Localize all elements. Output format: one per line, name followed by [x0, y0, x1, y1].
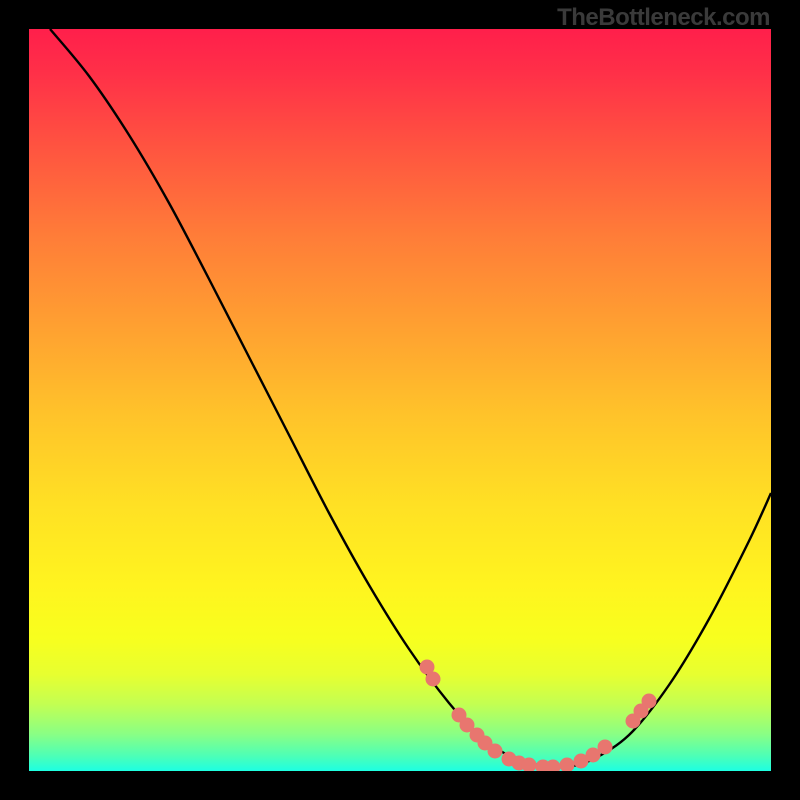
bottleneck-curve	[50, 29, 771, 767]
plot-area	[29, 29, 771, 771]
data-point	[642, 694, 657, 709]
attribution-text: TheBottleneck.com	[557, 4, 770, 32]
chart-container: TheBottleneck.com	[0, 0, 800, 800]
curve-svg	[29, 29, 771, 771]
data-point	[598, 740, 613, 755]
data-point	[560, 758, 575, 772]
marker-group	[420, 660, 657, 772]
data-point	[488, 744, 503, 759]
data-point	[426, 672, 441, 687]
